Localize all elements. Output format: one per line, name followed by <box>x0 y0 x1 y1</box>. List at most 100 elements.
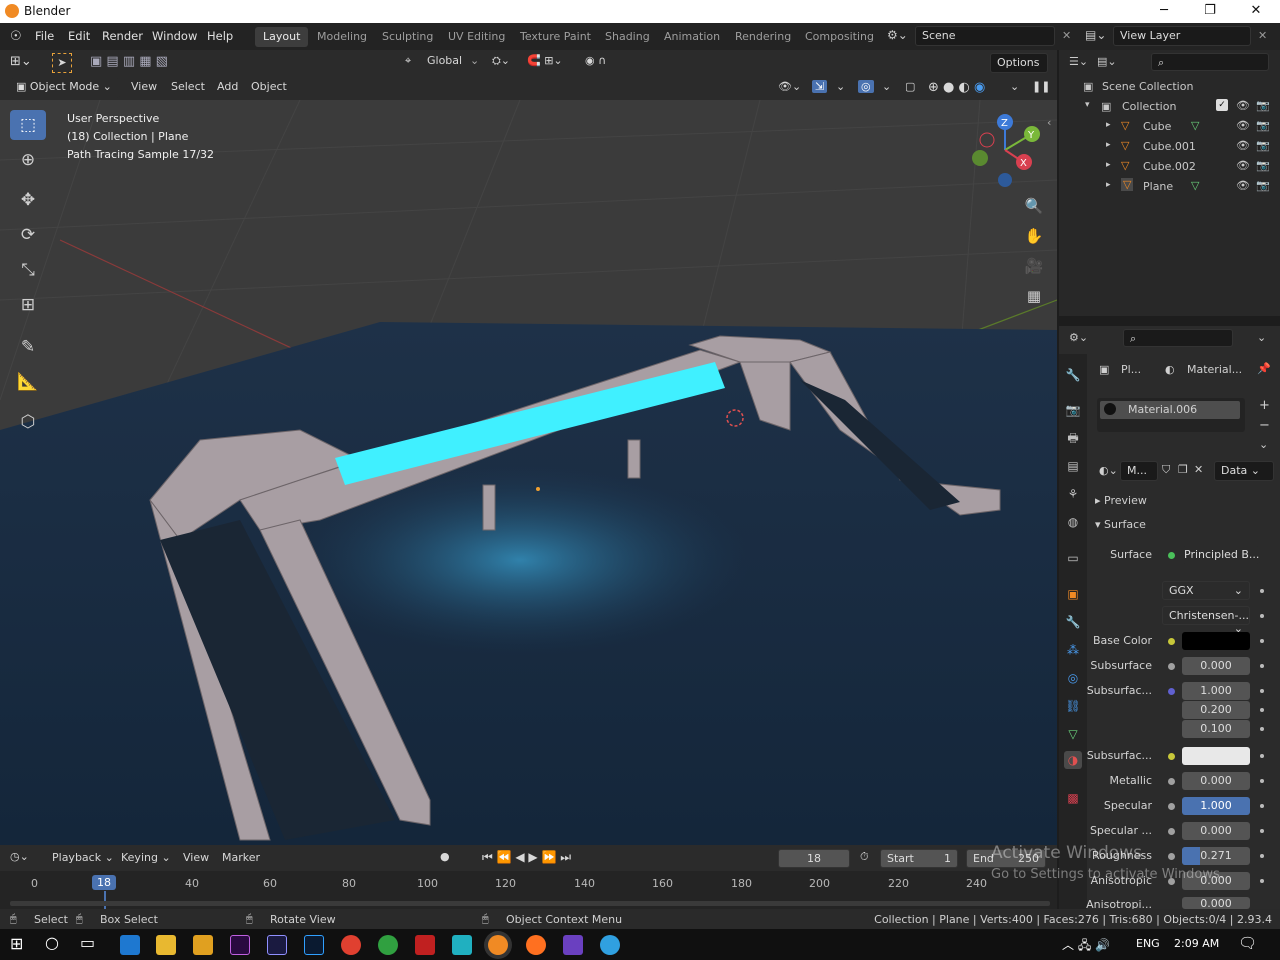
tab-shading[interactable]: Shading <box>597 27 658 47</box>
expand-icon[interactable]: ▾ <box>1085 100 1090 110</box>
keyframe-dot[interactable] <box>1260 689 1264 693</box>
camera-icon[interactable]: 📷 <box>1256 99 1270 112</box>
selection-mode-icons[interactable]: ▣ ▤ ▥ ▦ ▧ <box>90 54 168 69</box>
minimize-button[interactable]: ─ <box>1141 0 1187 23</box>
app-icon[interactable] <box>452 935 472 955</box>
menu-object[interactable]: Object <box>251 80 287 93</box>
file-explorer-icon[interactable] <box>156 935 176 955</box>
blender-taskbar-icon[interactable] <box>488 935 508 955</box>
properties-search-input[interactable]: ⌕ <box>1123 329 1233 347</box>
keyframe-dot[interactable] <box>1260 854 1264 858</box>
camera-icon[interactable]: 📷 <box>1256 159 1270 172</box>
menu-select[interactable]: Select <box>171 80 205 93</box>
material-browse-icon[interactable]: ◐⌄ <box>1099 464 1118 477</box>
close-button[interactable]: ✕ <box>1233 0 1279 23</box>
keyframe-dot[interactable] <box>1260 727 1264 731</box>
tab-rendering[interactable]: Rendering <box>727 27 799 47</box>
timeline-area[interactable]: 0 18 40 60 80 100 120 140 160 180 200 22… <box>0 871 1057 909</box>
distribution-dropdown[interactable]: GGX ⌄ <box>1162 581 1250 600</box>
scene-tab-icon[interactable]: ⚘ <box>1064 485 1082 503</box>
outliner-editor-icon[interactable]: ☰⌄ <box>1069 55 1088 68</box>
remove-slot-icon[interactable]: − <box>1259 418 1270 433</box>
particles-tab-icon[interactable]: ⁂ <box>1064 641 1082 659</box>
start-frame-field[interactable]: Start 1 <box>880 849 958 868</box>
chevron-down-icon[interactable]: ⌄ <box>1257 331 1266 344</box>
camera-icon[interactable]: 📷 <box>1256 179 1270 192</box>
menu-file[interactable]: File <box>35 29 54 43</box>
keyframe-dot[interactable] <box>1260 779 1264 783</box>
timeline-scrollbar[interactable] <box>10 901 1050 906</box>
eye-icon[interactable]: 👁 <box>1236 99 1250 112</box>
view-layer-remove-icon[interactable]: ✕ <box>1258 29 1267 42</box>
menu-window[interactable]: Window <box>152 29 197 43</box>
eye-icon[interactable]: 👁 <box>1236 179 1250 192</box>
pin-icon[interactable]: 📌 <box>1257 362 1271 375</box>
shading-modes-icons[interactable]: ⊕ ● ◐ ◉ <box>928 80 985 95</box>
specular-field[interactable]: 1.000 <box>1182 797 1250 815</box>
menu-timeline-view[interactable]: View <box>183 851 209 864</box>
unlink-icon[interactable]: ✕ <box>1194 463 1203 476</box>
specular-tint-field[interactable]: 0.000 <box>1182 822 1250 840</box>
menu-add[interactable]: Add <box>217 80 238 93</box>
object-tab-icon[interactable]: ▣ <box>1064 585 1082 603</box>
physics-tab-icon[interactable]: ◎ <box>1064 669 1082 687</box>
keyframe-dot[interactable] <box>1260 708 1264 712</box>
display-mode-icon[interactable]: ▤⌄ <box>1097 55 1117 68</box>
keyframe-dot[interactable] <box>1260 754 1264 758</box>
overlay-toggle-icon[interactable]: ◎ <box>858 80 874 93</box>
rotate-tool-icon[interactable]: ⟳ <box>10 220 46 250</box>
menu-help[interactable]: Help <box>207 29 233 43</box>
modifier-tab-icon[interactable]: 🔧 <box>1064 613 1082 631</box>
keyframe-dot[interactable] <box>1260 639 1264 643</box>
taskbar-clock[interactable]: 2:09 AM <box>1174 937 1219 950</box>
outliner-item-cube-002[interactable]: ▸ ▽ Cube.002 👁 📷 <box>1059 157 1280 177</box>
view-layer-tab-icon[interactable]: ▤ <box>1064 457 1082 475</box>
subsurface-radius-x[interactable]: 1.000 <box>1182 682 1250 700</box>
current-frame-field[interactable]: 18 <box>778 849 850 868</box>
material-slot-list[interactable]: Material.006 <box>1097 398 1245 432</box>
link-data-dropdown[interactable]: Data ⌄ <box>1214 461 1274 481</box>
texture-tab-icon[interactable]: ▩ <box>1064 789 1082 807</box>
surface-shader-field[interactable]: Principled B... <box>1182 546 1260 564</box>
keyframe-dot[interactable] <box>1260 589 1264 593</box>
timeline-editor-icon[interactable]: ◷⌄ <box>10 850 29 863</box>
keyframe-dot[interactable] <box>1260 829 1264 833</box>
outliner-item-cube[interactable]: ▸ ▽ Cube ▽ 👁 📷 <box>1059 117 1280 137</box>
metallic-field[interactable]: 0.000 <box>1182 772 1250 790</box>
menu-render[interactable]: Render <box>102 29 143 43</box>
camera-icon[interactable]: 📷 <box>1256 139 1270 152</box>
camera-icon[interactable]: 🎥 <box>1020 252 1048 280</box>
transform-orientation-dropdown[interactable]: Global <box>427 54 462 67</box>
after-effects-icon[interactable] <box>267 935 287 955</box>
playhead-frame[interactable]: 18 <box>92 875 116 890</box>
cursor-tool-icon[interactable]: ⊕ <box>10 145 46 175</box>
chevron-down-icon[interactable]: ⌄ <box>1259 438 1268 451</box>
view-layer-selector[interactable]: View Layer <box>1113 26 1251 46</box>
annotate-tool-icon[interactable]: ✎ <box>10 332 46 362</box>
duplicate-icon[interactable]: ❐ <box>1178 463 1188 476</box>
outliner-item-cube-001[interactable]: ▸ ▽ Cube.001 👁 📷 <box>1059 137 1280 157</box>
menu-keying[interactable]: Keying ⌄ <box>121 851 171 864</box>
fake-user-icon[interactable]: ⛉ <box>1162 463 1170 477</box>
browser-icon[interactable] <box>378 935 398 955</box>
collection-tab-icon[interactable]: ▭ <box>1064 549 1082 567</box>
notification-icon[interactable]: 🗨 <box>1238 934 1257 952</box>
panel-preview-header[interactable]: ▸ Preview <box>1095 494 1147 507</box>
windows-start-icon[interactable]: ⊞ <box>10 934 23 953</box>
material-name-field[interactable]: M... <box>1120 461 1158 481</box>
keyframe-dot[interactable] <box>1260 879 1264 883</box>
eye-icon[interactable]: 👁 <box>1236 119 1250 132</box>
output-tab-icon[interactable]: 🖶 <box>1064 429 1082 447</box>
snap-icon[interactable]: 🧲 ⊞⌄ <box>527 54 563 67</box>
grid-view-icon[interactable]: ▦ <box>1020 282 1048 310</box>
tab-sculpting[interactable]: Sculpting <box>374 27 441 47</box>
material-tab-icon[interactable]: ◑ <box>1064 751 1082 769</box>
zoom-icon[interactable]: 🔍 <box>1020 192 1048 220</box>
scene-icon[interactable]: ⚙⌄ <box>887 28 908 42</box>
pivot-point-icon[interactable]: ⛭⌄ <box>492 54 510 68</box>
camera-icon[interactable]: 📷 <box>1256 119 1270 132</box>
visibility-icon[interactable]: 👁⌄ <box>778 80 801 93</box>
transform-tool-icon[interactable]: ⊞ <box>10 290 46 320</box>
keyframe-dot[interactable] <box>1260 804 1264 808</box>
firefox-icon[interactable] <box>526 935 546 955</box>
